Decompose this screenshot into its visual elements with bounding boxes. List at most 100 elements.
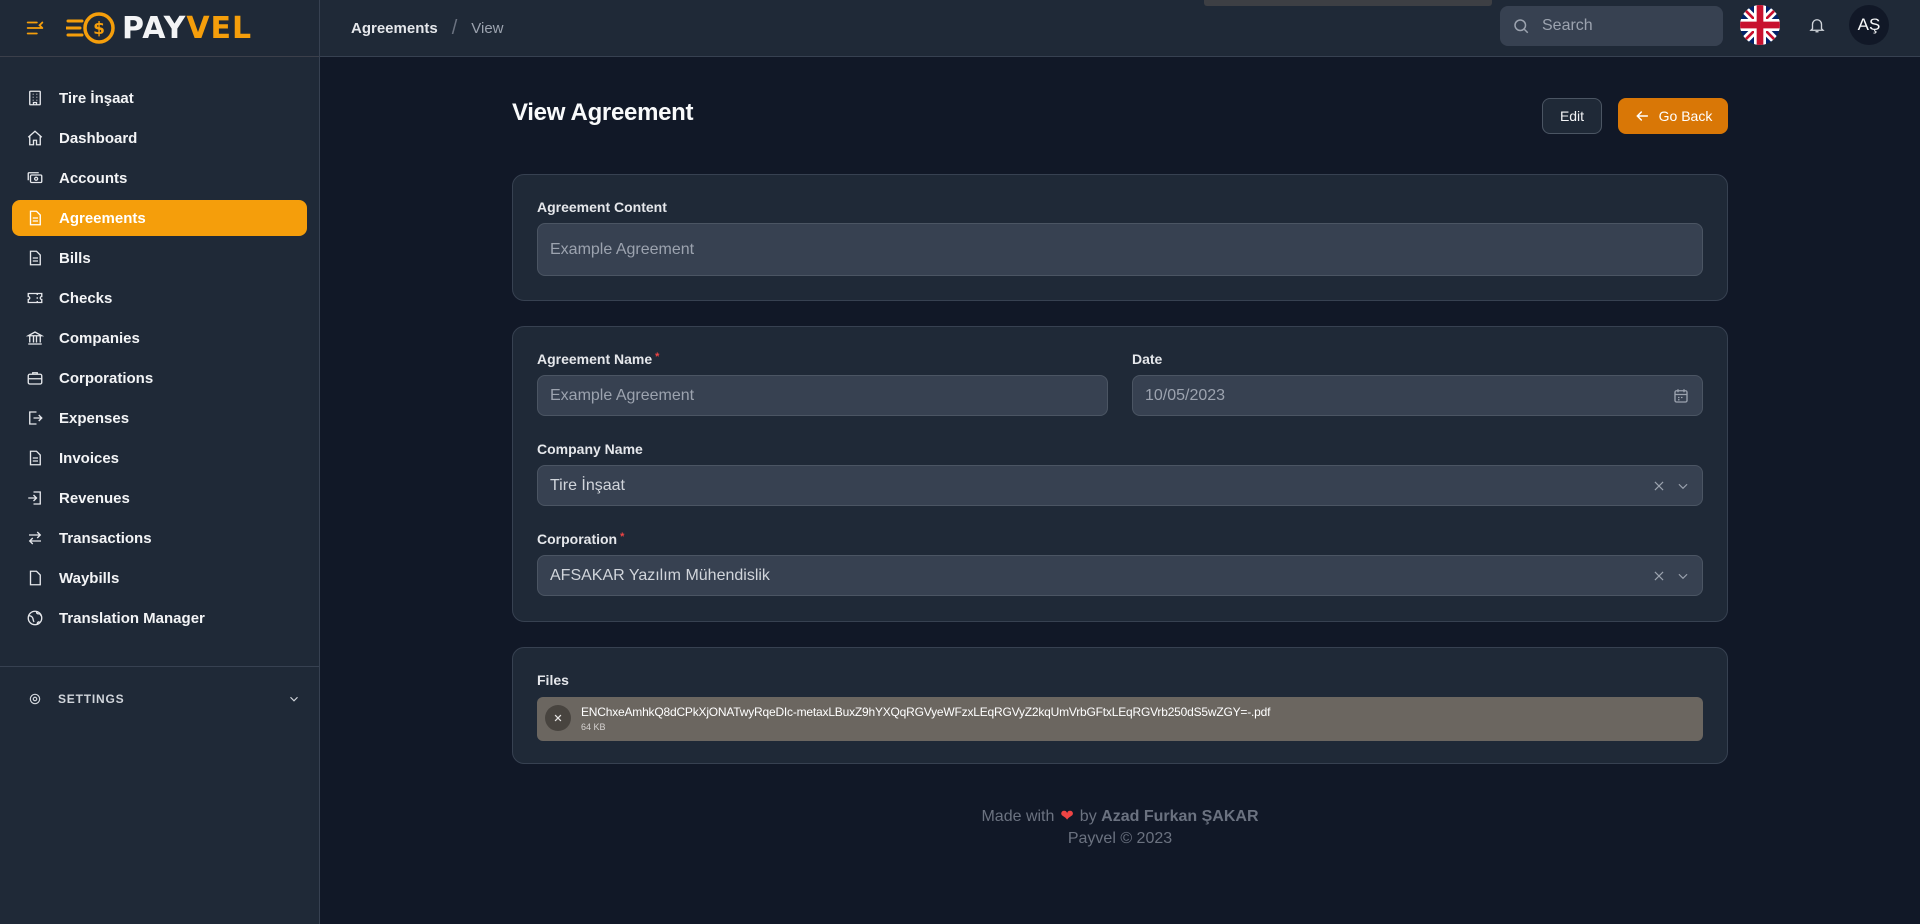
file-icon xyxy=(29,570,41,586)
footer-author: Azad Furkan ŞAKAR xyxy=(1101,808,1259,825)
agreement-content-label: Agreement Content xyxy=(537,199,667,215)
logo[interactable]: $ PAYVEL xyxy=(66,11,252,46)
calendar-icon[interactable] xyxy=(1672,387,1690,405)
go-back-label: Go Back xyxy=(1658,108,1713,124)
close-icon xyxy=(554,714,562,722)
svg-text:$: $ xyxy=(93,19,105,39)
agreement-name-field[interactable]: Example Agreement xyxy=(537,375,1108,416)
corporation-select[interactable]: AFSAKAR Yazılım Mühendislik xyxy=(537,555,1703,596)
go-back-button[interactable]: Go Back xyxy=(1618,98,1728,134)
sidebar-item-label: Transactions xyxy=(59,529,152,547)
page-title: View Agreement xyxy=(512,99,694,126)
sidebar-item-transactions[interactable]: Transactions xyxy=(12,520,307,556)
sidebar-item-expenses[interactable]: Expenses xyxy=(12,400,307,436)
settings-label: SETTINGS xyxy=(58,692,125,706)
footer-by: by xyxy=(1079,808,1097,825)
breadcrumb: Agreements / View xyxy=(351,17,504,40)
footer-credit: Made with ❤ by Azad Furkan ŞAKAR xyxy=(512,806,1728,826)
sidebar-item-label: Dashboard xyxy=(59,129,138,147)
file-size: 64 KB xyxy=(581,722,606,732)
switch-icon xyxy=(28,531,42,545)
close-icon[interactable] xyxy=(1652,569,1666,583)
bell-icon[interactable] xyxy=(1808,16,1826,34)
sidebar-item-label: Invoices xyxy=(59,449,120,467)
language-flag-icon[interactable] xyxy=(1740,5,1780,45)
close-icon[interactable] xyxy=(1652,479,1666,493)
sidebar-item-companies[interactable]: Companies xyxy=(12,320,307,356)
coin-logo-icon: $ xyxy=(66,12,115,44)
date-label: Date xyxy=(1132,351,1163,367)
login-icon xyxy=(28,491,41,505)
sidebar-item-label: Bills xyxy=(59,249,91,267)
settings-group-toggle[interactable]: SETTINGS xyxy=(12,682,307,716)
edit-button[interactable]: Edit xyxy=(1542,98,1602,134)
sidebar-item-label: Accounts xyxy=(59,169,128,187)
search-input[interactable] xyxy=(1542,17,1712,35)
breadcrumb-separator: / xyxy=(451,17,458,39)
globe-icon xyxy=(27,610,43,626)
breadcrumb-agreements[interactable]: Agreements xyxy=(351,20,438,37)
sidebar-item-translation-manager[interactable]: Translation Manager xyxy=(12,600,307,636)
sidebar-item-label: Expenses xyxy=(59,409,130,427)
footer-copyright: Payvel © 2023 xyxy=(1067,830,1173,847)
sidebar-item-accounts[interactable]: Accounts xyxy=(12,160,307,196)
sidebar-item-label: Agreements xyxy=(59,209,146,227)
document-icon xyxy=(29,450,41,466)
home-icon xyxy=(27,130,43,146)
sidebar-item-label: Tire İnşaat xyxy=(59,89,134,107)
sidebar-item-corporations[interactable]: Corporations xyxy=(12,360,307,396)
top-notification-strip xyxy=(1204,0,1492,6)
sidebar-item-dashboard[interactable]: Dashboard xyxy=(12,120,307,156)
library-icon xyxy=(26,331,44,345)
remove-file-button[interactable] xyxy=(545,705,571,731)
corporation-value: AFSAKAR Yazılım Mühendislik xyxy=(550,566,770,584)
agreement-content-field[interactable]: Example Agreement xyxy=(537,223,1703,276)
date-value: 10/05/2023 xyxy=(1145,386,1226,404)
file-item[interactable]: ENChxeAmhkQ8dCPkXjONATwyRqeDIc-metaxLBux… xyxy=(537,697,1703,741)
cash-icon xyxy=(27,172,43,184)
sidebar-divider xyxy=(0,666,319,667)
agreement-name-label: Agreement Name * xyxy=(537,351,660,367)
sidebar: $ PAYVEL Tire İnşaat Dashboard Accounts … xyxy=(0,0,320,924)
gear-icon xyxy=(29,693,41,705)
sidebar-item-label: Translation Manager xyxy=(59,609,205,627)
sidebar-item-checks[interactable]: Checks xyxy=(12,280,307,316)
brand-bar: $ PAYVEL xyxy=(0,0,319,57)
sidebar-item-agreements[interactable]: Agreements xyxy=(12,200,307,236)
footer-made-with: Made with xyxy=(981,808,1055,825)
briefcase-icon xyxy=(27,372,43,385)
sidebar-item-label: Checks xyxy=(59,289,113,307)
search-box[interactable] xyxy=(1500,6,1723,46)
document-icon xyxy=(29,250,41,266)
company-select[interactable]: Tire İnşaat xyxy=(537,465,1703,506)
topbar: Agreements / View AŞ xyxy=(320,0,1920,57)
sidebar-item-label: Revenues xyxy=(59,489,130,507)
files-card: Files ENChxeAmhkQ8dCPkXjONATwyRqeDIc-met… xyxy=(512,647,1728,764)
heart-icon: ❤ xyxy=(1060,808,1074,825)
avatar[interactable]: AŞ xyxy=(1849,5,1889,45)
sidebar-item-label: Corporations xyxy=(59,369,154,387)
files-label: Files xyxy=(537,672,569,688)
required-mark: * xyxy=(655,351,660,363)
sidebar-item-tire-insaat[interactable]: Tire İnşaat xyxy=(12,80,307,116)
sidebar-item-revenues[interactable]: Revenues xyxy=(12,480,307,516)
required-mark: * xyxy=(620,531,625,543)
agreement-details-card: Agreement Name * Example Agreement Date 1… xyxy=(512,326,1728,622)
arrow-left-icon xyxy=(1635,111,1648,121)
menu-collapse-icon[interactable] xyxy=(24,17,46,39)
sidebar-item-label: Companies xyxy=(59,329,140,347)
sidebar-item-bills[interactable]: Bills xyxy=(12,240,307,276)
date-field[interactable]: 10/05/2023 xyxy=(1132,375,1703,416)
file-name: ENChxeAmhkQ8dCPkXjONATwyRqeDIc-metaxLBux… xyxy=(581,705,1271,719)
sidebar-item-waybills[interactable]: Waybills xyxy=(12,560,307,596)
chevron-down-icon[interactable] xyxy=(1676,479,1690,493)
sidebar-item-invoices[interactable]: Invoices xyxy=(12,440,307,476)
logo-text: PAYVEL xyxy=(122,10,253,46)
chevron-down-icon[interactable] xyxy=(1676,569,1690,583)
document-icon xyxy=(29,210,41,226)
company-name-label: Company Name xyxy=(537,441,643,457)
agreement-content-card: Agreement Content Example Agreement xyxy=(512,174,1728,301)
breadcrumb-view: View xyxy=(471,20,504,37)
sidebar-item-label: Waybills xyxy=(59,569,120,587)
ticket-icon xyxy=(27,292,43,304)
